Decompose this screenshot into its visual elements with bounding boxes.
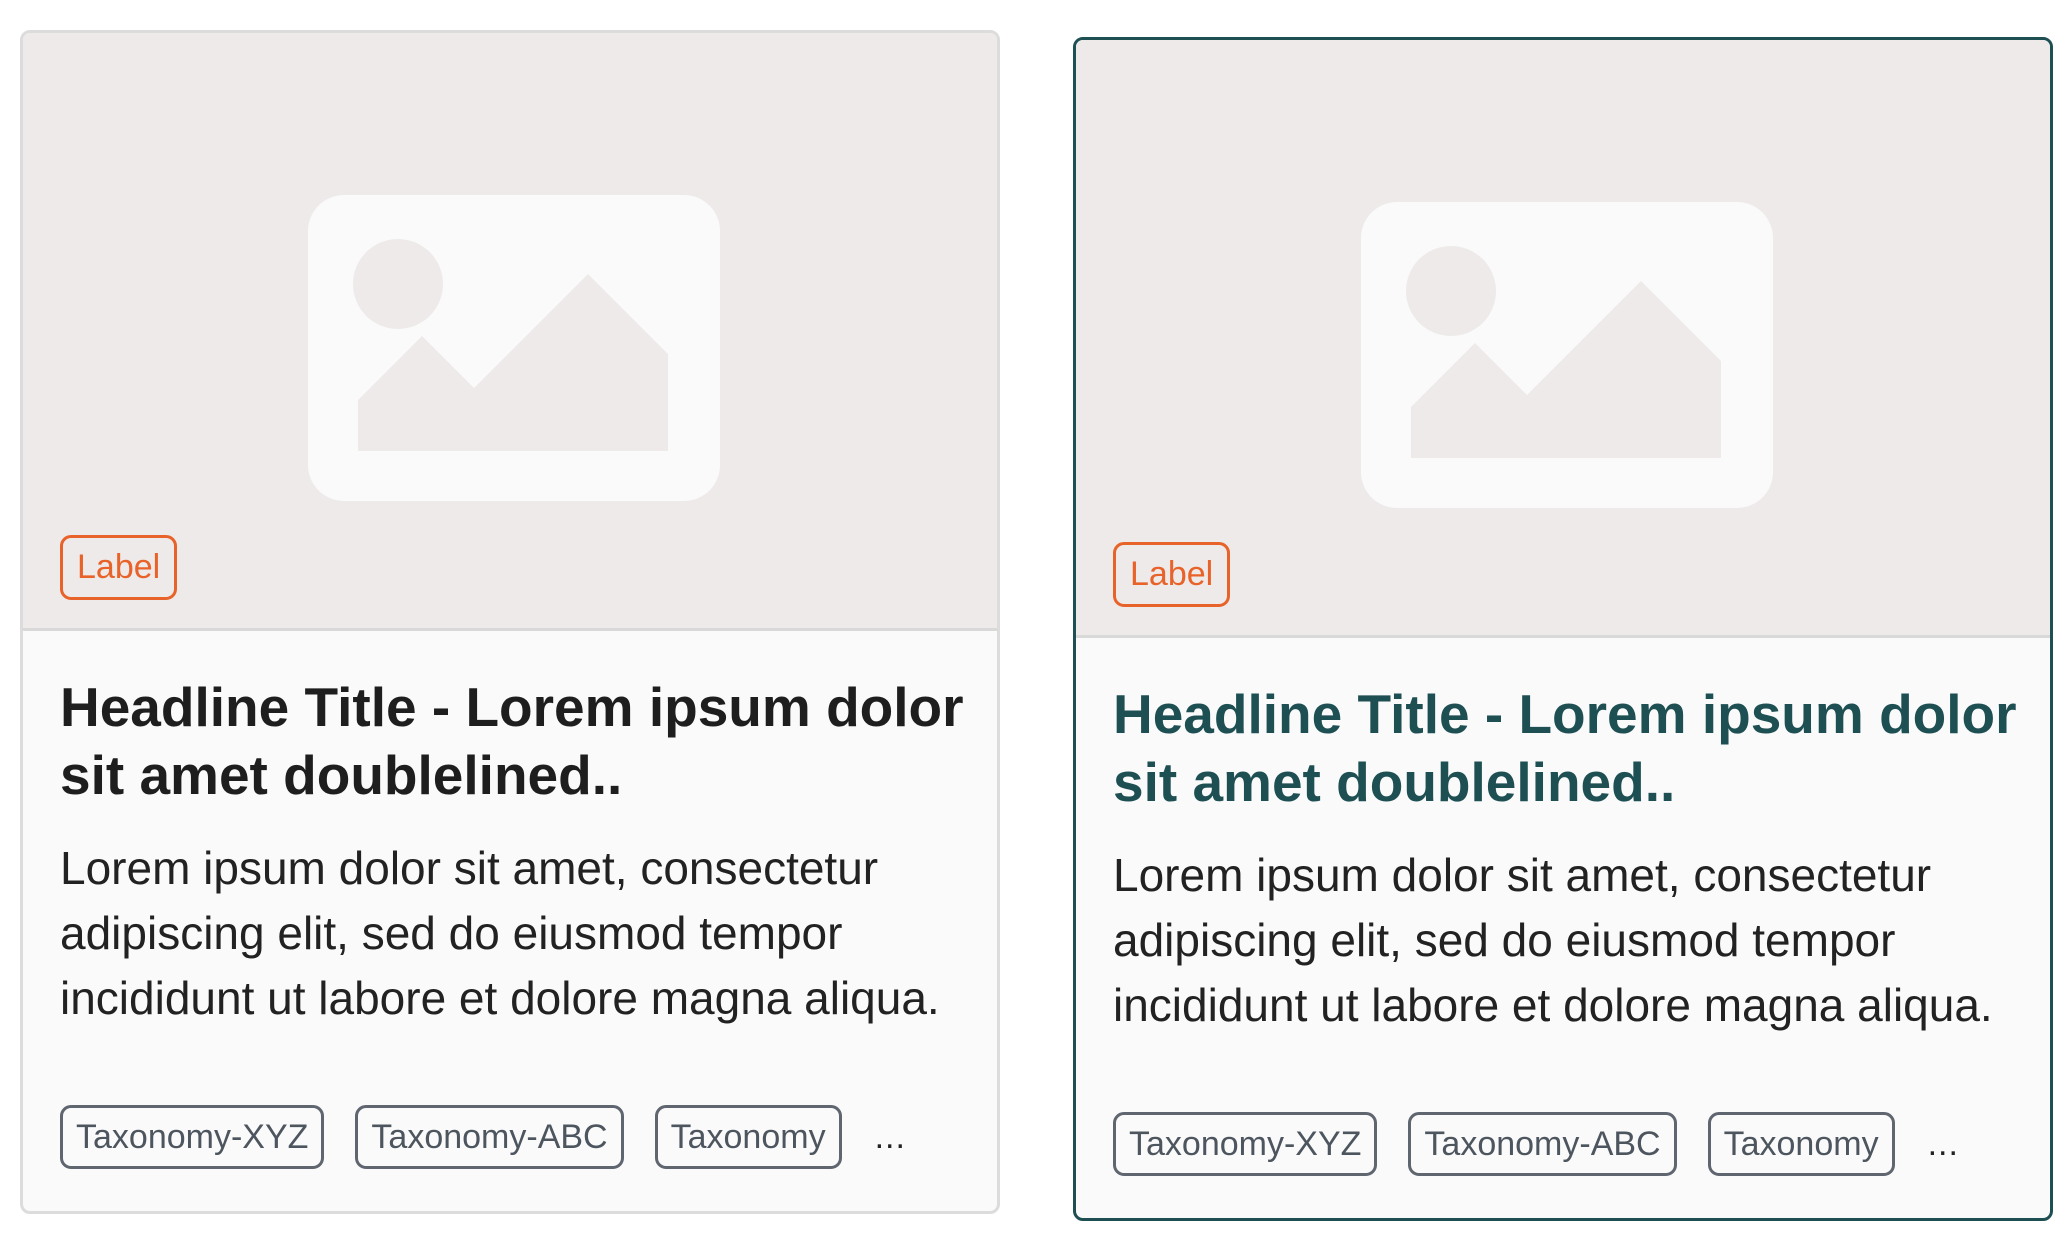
content-card-hover[interactable]: Label Headline Title - Lorem ipsum dolor… (1073, 37, 2053, 1221)
taxonomy-tag[interactable]: Taxonomy (654, 1105, 842, 1169)
card-media: Label (1076, 40, 2050, 638)
label-badge[interactable]: Label (1113, 542, 1231, 607)
image-placeholder-icon (1361, 202, 1773, 508)
taxonomy-tag[interactable]: Taxonomy-ABC (355, 1105, 624, 1169)
taxonomy-tag[interactable]: Taxonomy-XYZ (60, 1105, 325, 1169)
taxonomy-tag[interactable]: Taxonomy-ABC (1408, 1112, 1677, 1176)
more-tags-ellipsis[interactable]: ... (875, 1118, 906, 1157)
label-badge[interactable]: Label (60, 535, 178, 600)
card-description: Lorem ipsum dolor sit amet, consectetur … (1113, 849, 1993, 1031)
taxonomy-tag[interactable]: Taxonomy-XYZ (1113, 1112, 1378, 1176)
image-placeholder-icon (308, 195, 720, 501)
taxonomy-tag[interactable]: Taxonomy (1707, 1112, 1895, 1176)
card-media: Label (23, 33, 997, 631)
card-headline[interactable]: Headline Title - Lorem ipsum dolor sit a… (60, 673, 967, 809)
taxonomy-tags: Taxonomy-XYZ Taxonomy-ABC Taxonomy ... (1113, 1112, 1959, 1176)
card-description: Lorem ipsum dolor sit amet, consectetur … (60, 842, 940, 1024)
card-body: Headline Title - Lorem ipsum dolor sit a… (60, 673, 967, 1031)
card-body: Headline Title - Lorem ipsum dolor sit a… (1113, 680, 2020, 1038)
more-tags-ellipsis[interactable]: ... (1928, 1125, 1959, 1164)
content-card-default[interactable]: Label Headline Title - Lorem ipsum dolor… (20, 30, 1000, 1214)
card-headline[interactable]: Headline Title - Lorem ipsum dolor sit a… (1113, 680, 2020, 816)
taxonomy-tags: Taxonomy-XYZ Taxonomy-ABC Taxonomy ... (60, 1105, 906, 1169)
